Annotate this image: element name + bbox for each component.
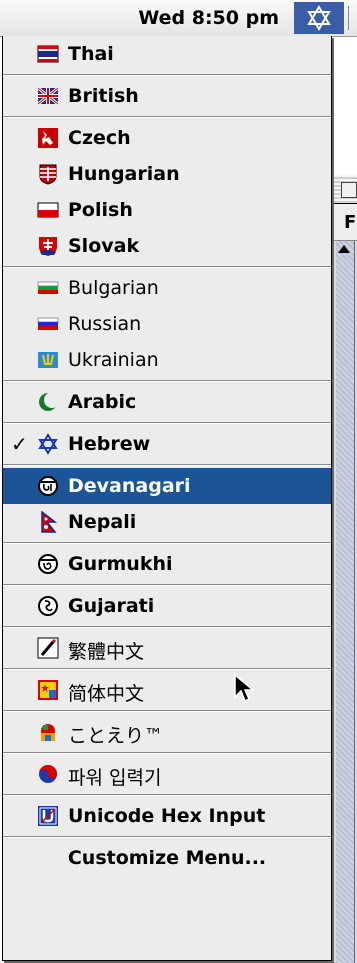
menu-item-flag-polish[interactable]: Polish (3, 192, 331, 228)
customize-menu-item[interactable]: Customize Menu... (3, 840, 331, 876)
crescent-icon (37, 391, 60, 413)
kotoeri-icon (37, 721, 59, 743)
star-of-david-icon (37, 433, 59, 455)
menu-item-unicode-hex[interactable]: Unicode Hex Input (3, 798, 331, 834)
flag-polish-icon (37, 199, 59, 221)
flag-bulgarian-icon (37, 277, 59, 299)
flag-russian-icon (37, 313, 59, 335)
menu-item-flag-ukrainian[interactable]: Ukrainian (3, 342, 331, 378)
menu-item-label: Bulgarian (68, 277, 159, 299)
scrollbar[interactable] (336, 241, 355, 963)
background-window-titlebar[interactable] (334, 175, 357, 204)
menu-item-traditional-chinese[interactable]: 繁體中文 (3, 630, 331, 666)
flag-nepal-icon (37, 510, 59, 533)
menu-item-flag-hungarian[interactable]: Hungarian (3, 156, 331, 192)
keyboard-menu-button[interactable] (294, 2, 344, 34)
flag-ukrainian-icon (37, 349, 59, 371)
menu-item-crescent[interactable]: Arabic (3, 384, 331, 420)
menu-bar-clock[interactable]: Wed 8:50 pm (138, 7, 279, 29)
hebrew-star-icon (307, 5, 331, 31)
menu-item-label: 繁體中文 (68, 641, 145, 663)
unicode-hex-icon (37, 805, 59, 827)
menu-item-flag-thai[interactable]: Thai (3, 36, 331, 72)
flag-hungarian-icon (37, 163, 59, 185)
background-window-menu-row: F (334, 204, 357, 241)
menu-item-label: ことえり™ (68, 725, 164, 747)
menu-item-label: Russian (68, 313, 142, 335)
menu-item-devanagari-script[interactable]: Devanagari (3, 468, 331, 504)
menu-item-label: 简体中文 (68, 683, 145, 705)
flag-czech-icon (37, 127, 59, 149)
gujarati-script-icon (37, 595, 59, 617)
menu-item-label: 파워 입력기 (68, 767, 162, 789)
menu-item-label: Gujarati (68, 595, 155, 617)
menu-item-label: Customize Menu... (67, 847, 267, 869)
menu-item-flag-british[interactable]: British (3, 78, 331, 114)
menu-bar-edge (348, 6, 357, 30)
menu-item-label: Gurmukhi (68, 553, 173, 575)
menu-item-label: Hebrew (68, 433, 151, 455)
menu-item-korean-taeguk[interactable]: 파워 입력기 (3, 756, 331, 792)
checkmark-icon: ✓ (11, 432, 28, 456)
close-box[interactable] (341, 182, 357, 198)
menu-item-label: Slovak (68, 235, 140, 257)
mouse-pointer-icon (234, 673, 256, 703)
menu-item-flag-czech[interactable]: Czech (3, 120, 331, 156)
menu-item-label: Polish (68, 199, 133, 221)
menu-item-star-of-david[interactable]: ✓ Hebrew (3, 426, 331, 462)
korean-taeguk-icon (37, 763, 59, 785)
menu-item-label: Hungarian (68, 163, 180, 185)
background-window: F (332, 175, 357, 963)
background-window-letter: F (344, 212, 357, 233)
simplified-chinese-icon (37, 679, 59, 701)
menu-item-label: Devanagari (68, 475, 191, 497)
menu-item-flag-russian[interactable]: Russian (3, 306, 331, 342)
menu-item-label: Unicode Hex Input (68, 805, 266, 827)
menu-item-kotoeri[interactable]: ことえり™ (3, 714, 331, 750)
menu-item-flag-nepal[interactable]: Nepali (3, 504, 331, 540)
menu-item-label: Nepali (68, 511, 137, 533)
menu-item-flag-bulgarian[interactable]: Bulgarian (3, 270, 331, 306)
flag-british-icon (37, 85, 59, 107)
menu-item-label: Thai (68, 43, 114, 65)
flag-slovak-icon (37, 235, 59, 257)
menu-item-flag-slovak[interactable]: Slovak (3, 228, 331, 264)
traditional-chinese-icon (37, 637, 59, 659)
flag-thai-icon (37, 43, 59, 65)
menu-item-label: Ukrainian (68, 349, 159, 371)
menu-item-label: British (68, 85, 139, 107)
gurmukhi-script-icon (37, 553, 59, 575)
menu-bar: Wed 8:50 pm (0, 0, 357, 37)
devanagari-script-icon (37, 475, 59, 497)
menu-item-gurmukhi-script[interactable]: Gurmukhi (3, 546, 331, 582)
menu-item-gujarati-script[interactable]: Gujarati (3, 588, 331, 624)
menu-item-label: Czech (68, 127, 131, 149)
menu-item-simplified-chinese[interactable]: 简体中文 (3, 672, 331, 708)
keyboard-layout-menu: Thai British Czech Hungarian Polish Slovak Bul… (2, 36, 332, 961)
scroll-up-arrow-icon[interactable] (338, 245, 350, 253)
menu-item-label: Arabic (68, 391, 137, 413)
